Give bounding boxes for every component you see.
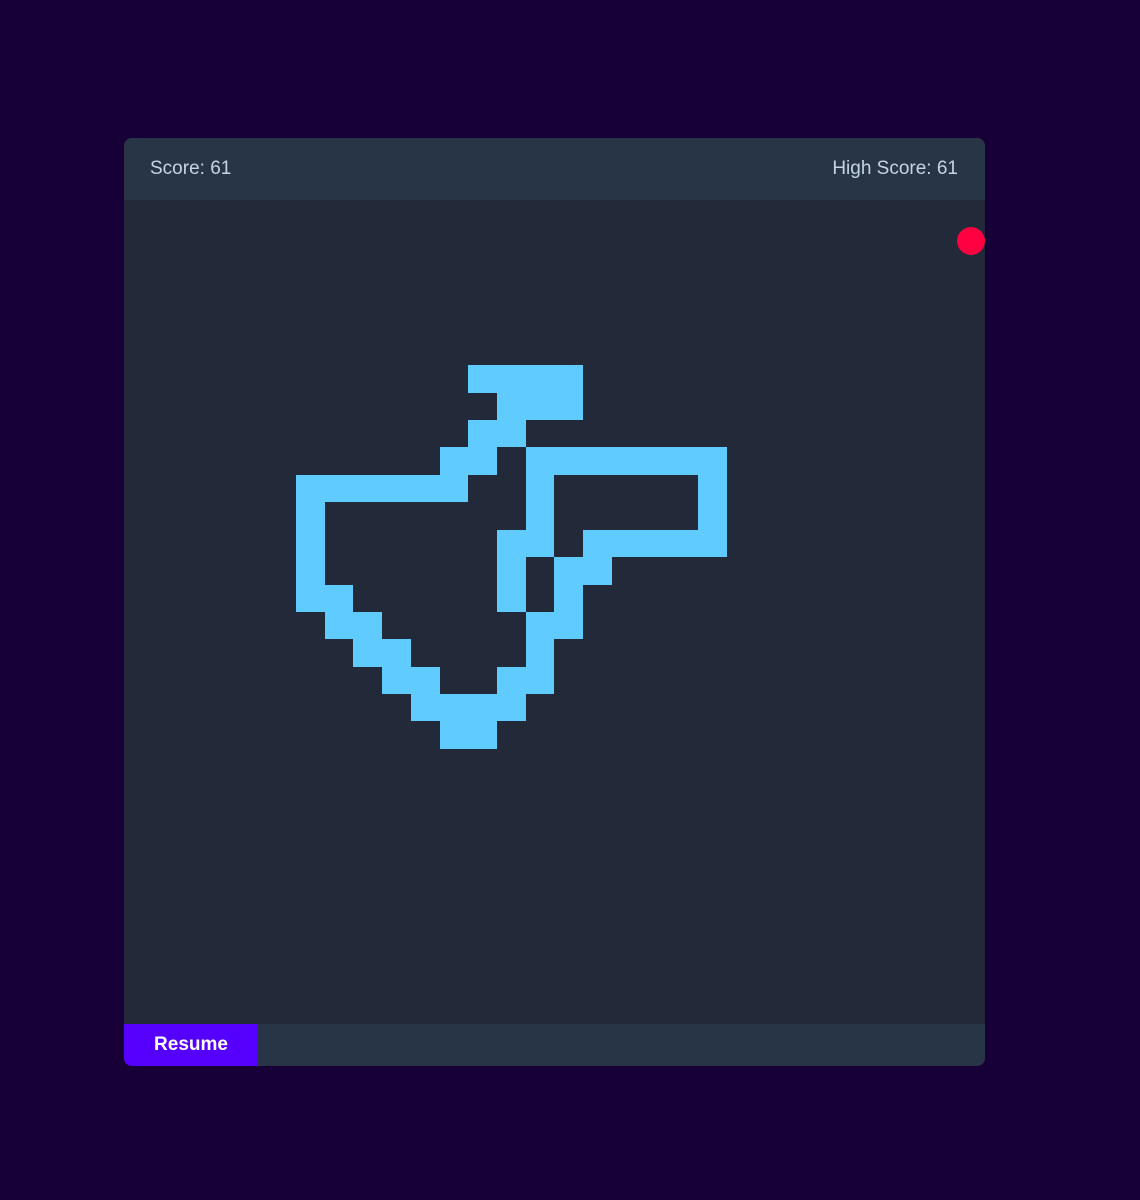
snake-segment: [497, 667, 554, 694]
snake-segment: [325, 612, 382, 639]
high-score-label: High Score: 61: [832, 158, 958, 179]
snake-segment: [468, 420, 526, 447]
game-panel: Score: 61 High Score: 61 Resume: [124, 138, 985, 1066]
snake-segment: [382, 667, 440, 694]
food-apple: [957, 227, 985, 255]
snake-segment: [583, 530, 727, 557]
score-label: Score: 61: [150, 158, 232, 179]
snake-segment: [353, 639, 411, 667]
snake-segment: [440, 721, 497, 749]
snake-segment: [497, 393, 583, 420]
snake-segment: [554, 585, 583, 612]
snake-segment: [296, 475, 468, 502]
resume-button[interactable]: Resume: [124, 1024, 258, 1066]
game-board[interactable]: [124, 200, 985, 1024]
snake: [296, 365, 727, 749]
snake-segment: [440, 447, 497, 475]
snake-segment: [554, 557, 612, 585]
control-bar: Resume: [124, 1024, 985, 1066]
snake-segment: [296, 585, 353, 612]
snake-segment: [526, 447, 727, 475]
score-bar: Score: 61 High Score: 61: [124, 138, 985, 200]
game-board-canvas: [296, 227, 985, 749]
snake-segment: [526, 612, 583, 639]
snake-segment: [468, 365, 583, 393]
snake-segment: [497, 530, 526, 612]
snake-segment: [411, 694, 526, 721]
